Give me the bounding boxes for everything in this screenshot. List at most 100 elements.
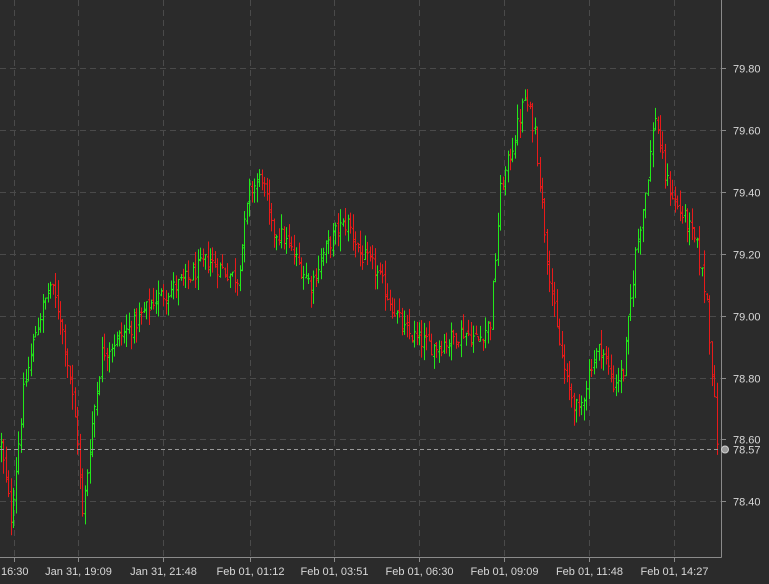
ohlc-bar <box>676 195 679 210</box>
ohlc-bar <box>629 284 632 322</box>
x-tick-label: Feb 01, 06:30 <box>386 566 454 578</box>
ohlc-bar <box>34 325 37 338</box>
ohlc-bar <box>258 169 261 188</box>
ohlc-bar <box>696 237 699 248</box>
ohlc-bar <box>430 333 433 356</box>
ohlc-bar <box>639 226 642 255</box>
ohlc-bar <box>339 209 342 252</box>
ohlc-bar <box>539 157 542 192</box>
ohlc-bar <box>366 241 369 266</box>
ohlc-bar <box>157 280 160 317</box>
ohlc-bar <box>307 273 310 284</box>
ohlc-bar <box>91 411 94 458</box>
ohlc-bar <box>455 332 458 349</box>
ohlc-bar <box>268 179 271 225</box>
y-tick-label: 79.00 <box>733 312 761 324</box>
ohlc-bar <box>588 359 591 400</box>
ohlc-bar <box>578 394 581 417</box>
ohlc-bar <box>423 322 426 361</box>
ohlc-bar <box>585 380 588 411</box>
ohlc-bar <box>152 287 155 310</box>
ohlc-bar <box>79 433 82 490</box>
ohlc-bar <box>580 395 583 416</box>
ohlc-bar <box>57 280 60 320</box>
ohlc-bar <box>177 278 180 306</box>
ohlc-bar <box>96 381 99 416</box>
ohlc-bar <box>285 227 288 254</box>
ohlc-bar <box>253 178 256 203</box>
ohlc-bar <box>359 230 362 267</box>
ohlc-bar <box>310 275 313 308</box>
current-price-layer: 78.57 <box>0 445 761 457</box>
ohlc-bar <box>477 336 480 342</box>
ohlc-bar <box>17 431 20 475</box>
ohlc-bar <box>546 228 549 275</box>
ohlc-bar <box>209 248 212 277</box>
x-tick-label: Feb 01, 01:12 <box>217 566 285 578</box>
ohlc-bar <box>425 327 428 351</box>
ohlc-bar <box>644 192 647 219</box>
ohlc-bar <box>103 333 106 361</box>
ohlc-bar <box>270 202 273 232</box>
ohlc-bar <box>352 214 355 251</box>
ohlc-bar <box>214 251 217 268</box>
ohlc-bar <box>211 247 214 273</box>
ohlc-bar <box>393 298 396 317</box>
ohlc-bar <box>659 115 662 153</box>
ohlc-bar <box>128 312 131 334</box>
ohlc-bar <box>602 349 605 371</box>
ohlc-bar <box>607 347 610 375</box>
ohlc-bar <box>20 418 23 453</box>
ohlc-bar <box>369 246 372 262</box>
ohlc-bar <box>64 324 67 367</box>
ohlc-bar <box>66 348 69 379</box>
ohlc-bar <box>322 247 325 266</box>
ohlc-bar <box>514 135 517 159</box>
ohlc-bar <box>536 126 539 167</box>
ohlc-bar <box>489 321 492 341</box>
ohlc-bar <box>642 208 645 243</box>
ohlc-bar <box>106 347 109 372</box>
ohlc-bar <box>25 369 28 387</box>
ohlc-bar <box>162 284 165 307</box>
ohlc-bar <box>47 283 50 303</box>
ohlc-bar <box>548 250 551 293</box>
ohlc-bar <box>408 308 411 340</box>
grid-layer <box>0 0 721 557</box>
ohlc-bar <box>312 270 315 304</box>
ohlc-bar <box>551 268 554 306</box>
price-chart[interactable]: 78.40 78.60 78.80 79.00 79.20 79.40 79.60 79.80… <box>0 0 769 584</box>
ohlc-bar <box>288 224 291 249</box>
ohlc-bar <box>566 363 569 383</box>
ohlc-bar <box>384 260 387 311</box>
ohlc-bar <box>516 104 519 146</box>
y-tick-label: 78.40 <box>733 497 761 509</box>
ohlc-bar <box>69 365 72 385</box>
ohlc-bar <box>54 273 57 309</box>
current-price-marker[interactable] <box>721 445 729 454</box>
ohlc-bar <box>666 163 669 186</box>
ohlc-bar <box>187 260 190 290</box>
ohlc-bar <box>450 322 453 361</box>
ohlc-bar <box>487 321 490 344</box>
ohlc-bar <box>462 314 465 339</box>
ohlc-bar <box>391 297 394 319</box>
ohlc-bar <box>2 438 5 474</box>
ohlc-bar <box>713 365 716 398</box>
ohlc-bar <box>679 190 682 222</box>
ohlc-bar <box>216 258 219 289</box>
ohlc-bar <box>428 321 431 342</box>
ohlc-bar <box>0 432 3 463</box>
ohlc-bar <box>438 340 441 363</box>
ohlc-bar <box>681 206 684 224</box>
ohlc-bar <box>521 98 524 133</box>
ohlc-bar <box>716 382 719 455</box>
ohlc-bar <box>379 262 382 275</box>
ohlc-bar <box>484 317 487 349</box>
ohlc-bar <box>327 230 330 255</box>
chart-svg[interactable]: 78.4078.6078.8079.0079.2079.4079.6079.80… <box>0 0 769 584</box>
ohlc-bar <box>300 257 303 280</box>
ohlc-bar <box>595 348 598 369</box>
ohlc-bar <box>361 245 364 270</box>
x-tick-label: Feb 01, 14:27 <box>641 566 709 578</box>
